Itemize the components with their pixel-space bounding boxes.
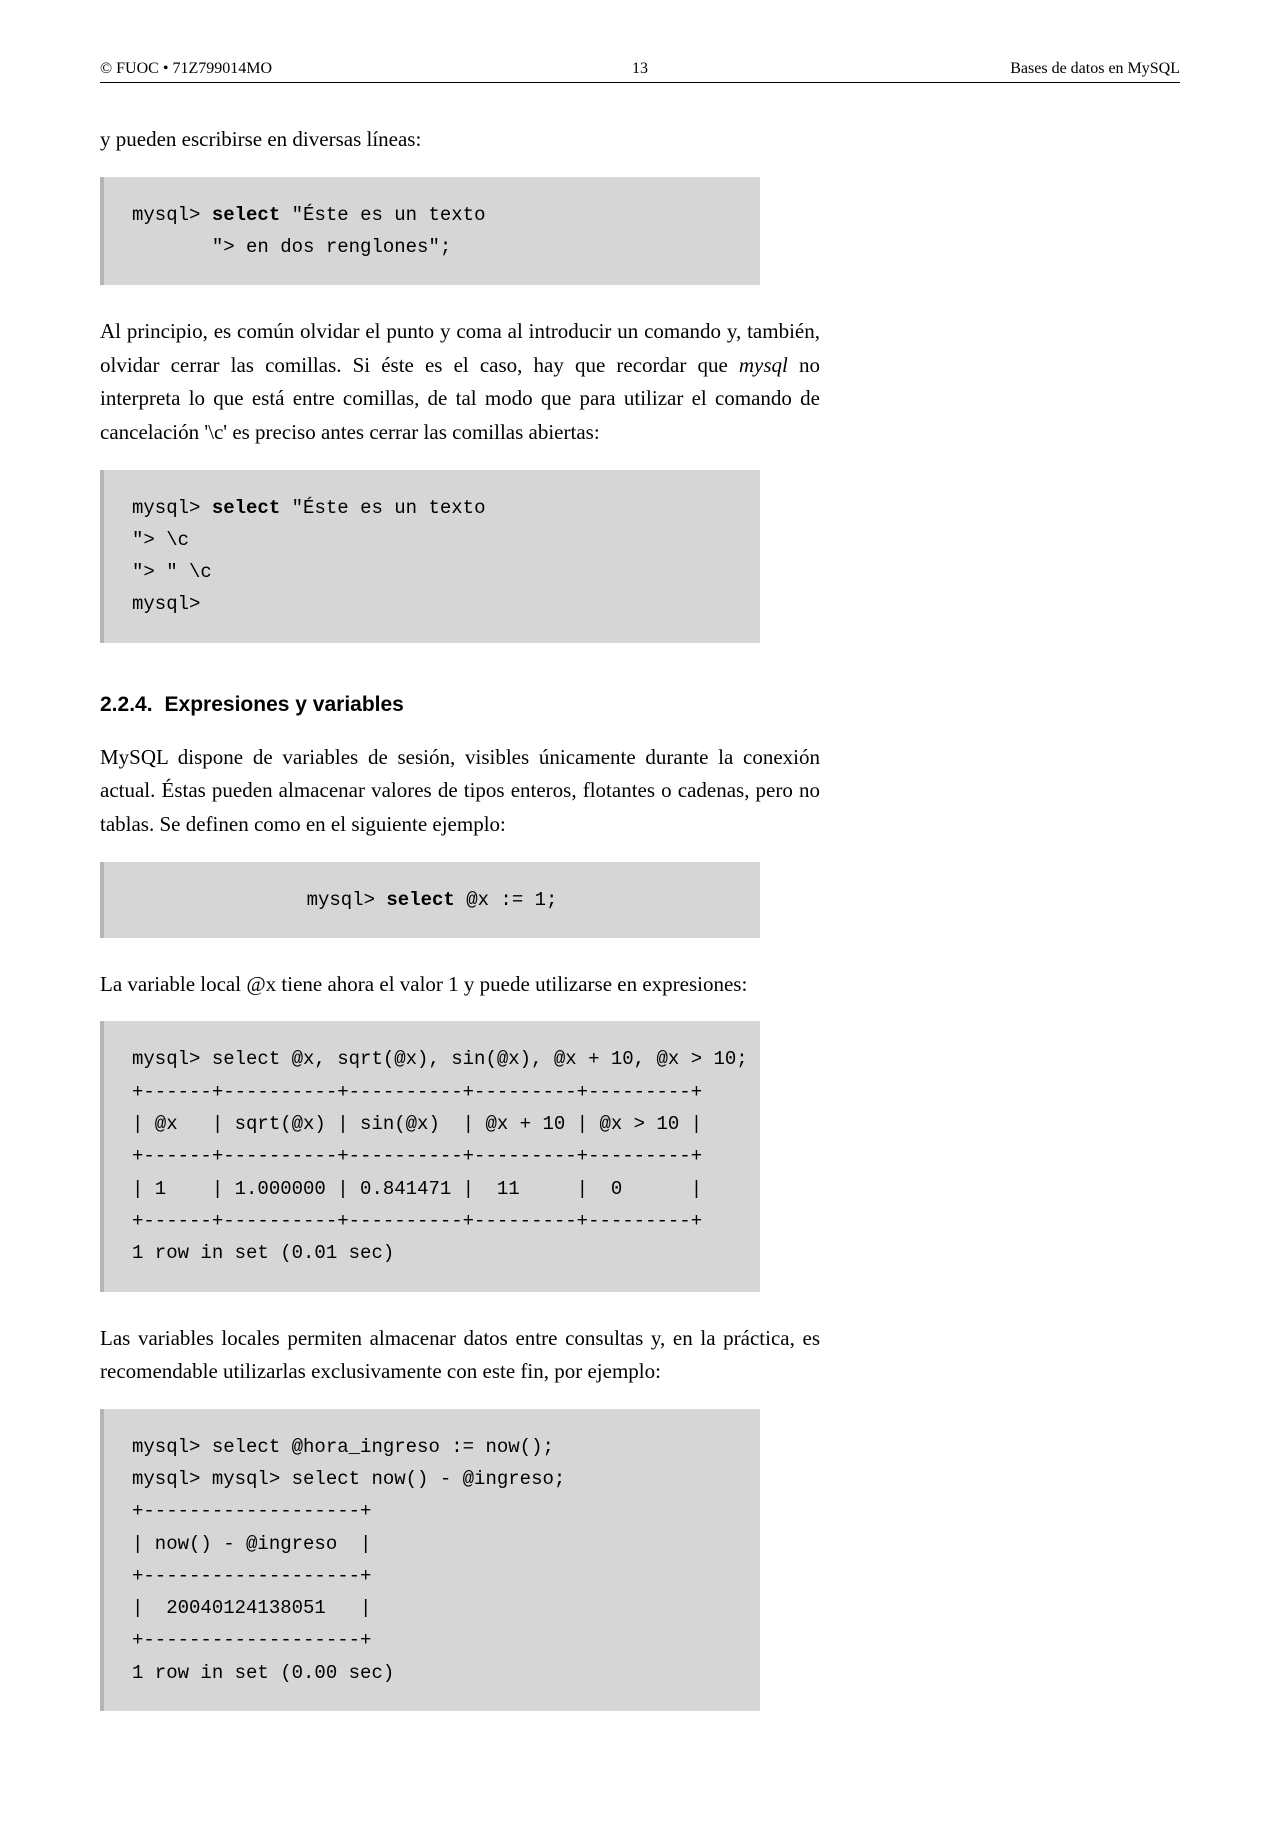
heading-number: 2.2.4. [100,693,153,716]
heading-text: Expresiones y variables [165,693,404,716]
document-page: © FUOC • 71Z799014MO 13 Bases de datos e… [0,0,1280,1821]
code-line: "> \c [132,529,189,551]
code-block-3: mysql> select @x := 1; [100,862,760,938]
code-block-5: mysql> select @hora_ingreso := now(); my… [100,1409,760,1711]
section-heading: 2.2.4. Expresiones y variables [100,693,1180,717]
page-number: 13 [632,60,648,78]
code-line: "> en dos renglones"; [132,236,451,258]
code-text: @x := 1; [455,889,558,911]
code-text: "Éste es un texto [280,497,485,519]
paragraph-4: La variable local @x tiene ahora el valo… [100,968,820,1002]
paragraph-intro: y pueden escribirse en diversas líneas: [100,123,820,157]
code-line: mysql> [132,593,200,615]
text-run: Al principio, es común olvidar el punto … [100,319,820,377]
code-block-4: mysql> select @x, sqrt(@x), sin(@x), @x … [100,1021,760,1291]
code-prompt: mysql> [307,889,387,911]
paragraph-5: Las variables locales permiten almacenar… [100,1322,820,1389]
paragraph-2: Al principio, es común olvidar el punto … [100,315,820,449]
code-block-1: mysql> select "Éste es un texto "> en do… [100,177,760,286]
code-block-2: mysql> select "Éste es un texto "> \c ">… [100,470,760,643]
header-right: Bases de datos en MySQL [1010,60,1180,78]
code-prompt: mysql> [132,497,212,519]
text-italic: mysql [739,353,788,377]
page-header: © FUOC • 71Z799014MO 13 Bases de datos e… [100,60,1180,83]
header-left: © FUOC • 71Z799014MO [100,60,272,78]
code-text: "Éste es un texto [280,204,485,226]
paragraph-3: MySQL dispone de variables de sesión, vi… [100,741,820,842]
code-keyword: select [386,889,454,911]
code-keyword: select [212,204,280,226]
code-line: "> " \c [132,561,212,583]
code-keyword: select [212,497,280,519]
code-prompt: mysql> [132,204,212,226]
